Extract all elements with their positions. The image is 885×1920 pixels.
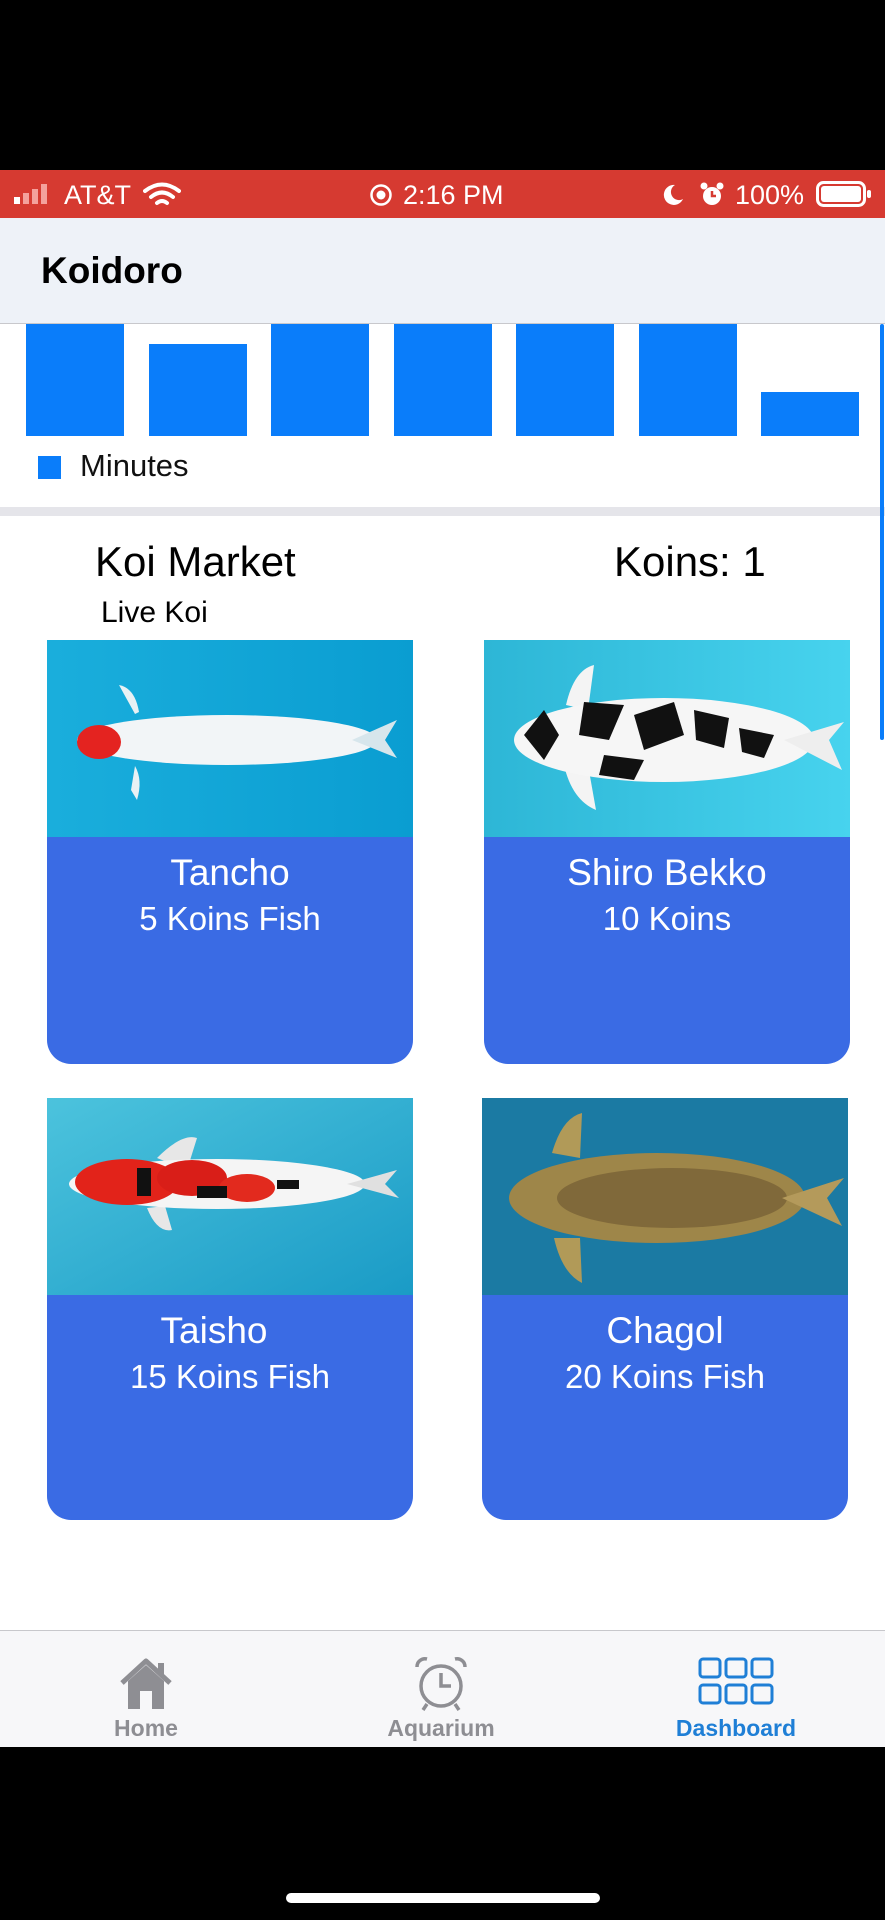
chart-bar	[271, 324, 369, 436]
scroll-indicator[interactable]	[880, 324, 884, 740]
koi-price: 10 Koins	[602, 900, 732, 937]
legend-swatch	[38, 456, 61, 479]
koi-card-tancho[interactable]: Tancho 5 Koins Fish	[47, 640, 413, 1064]
section-divider	[0, 507, 885, 516]
chart-bar	[26, 324, 124, 436]
tab-label-dashboard: Dashboard	[675, 1715, 797, 1741]
koi-card-taisho[interactable]: Taisho 15 Koins Fish	[47, 1098, 413, 1520]
home-indicator[interactable]	[286, 1893, 600, 1903]
dashboard-content[interactable]: Minutes Koi Market Koins: 1 Live Koi Tan…	[0, 324, 885, 1630]
section-subtitle: Live Koi	[101, 596, 208, 629]
koi-price: 15 Koins Fish	[130, 1358, 330, 1395]
alarm-clock-icon	[415, 1657, 467, 1711]
tab-label-aquarium: Aquarium	[387, 1715, 495, 1741]
koi-price: 20 Koins Fish	[565, 1358, 765, 1395]
koi-name: Shiro Bekko	[567, 852, 767, 893]
tancho-koi-image	[47, 640, 413, 837]
house-icon	[120, 1658, 172, 1709]
moon-icon	[663, 184, 683, 205]
chart-bar	[639, 324, 737, 436]
chart-bar	[149, 344, 247, 436]
location-icon	[370, 184, 392, 206]
koi-card-chagol[interactable]: Chagol 20 Koins Fish	[482, 1098, 848, 1520]
tab-bar: Home Aquarium Dashboard	[0, 1630, 885, 1747]
koi-name: Tancho	[170, 852, 290, 893]
koi-name: Chagol	[606, 1310, 724, 1351]
shiro-bekko-koi-image	[484, 640, 850, 837]
battery-icon	[816, 181, 871, 207]
battery-percent: 100%	[735, 180, 805, 210]
page-title: Koidoro	[41, 250, 183, 291]
koi-name: Taisho	[160, 1310, 268, 1351]
taisho-koi-image	[47, 1098, 413, 1295]
koi-price: 5 Koins Fish	[139, 900, 321, 937]
chart-bar	[516, 324, 614, 436]
chagol-koi-image	[482, 1098, 848, 1295]
navigation-bar: Koidoro	[0, 218, 885, 324]
carrier-label: AT&T	[64, 180, 131, 210]
chart-bar	[394, 324, 492, 436]
status-bar: AT&T 2:16 PM 100%	[0, 170, 885, 218]
koins-balance: Koins: 1	[614, 538, 766, 585]
signal-icon	[14, 184, 47, 204]
grid-icon	[698, 1657, 774, 1705]
wifi-icon	[143, 182, 181, 205]
alarm-icon	[700, 182, 724, 205]
market-title: Koi Market	[95, 538, 296, 585]
tab-label-home: Home	[114, 1715, 178, 1741]
clock-time: 2:16 PM	[403, 180, 504, 210]
tab-aquarium[interactable]: Aquarium	[341, 1631, 541, 1747]
koi-card-shiro-bekko[interactable]: Shiro Bekko 10 Koins	[484, 640, 850, 1064]
chart-bar	[761, 392, 859, 436]
tab-home[interactable]: Home	[46, 1631, 246, 1747]
legend-label: Minutes	[80, 448, 189, 483]
minutes-bar-chart	[0, 324, 885, 436]
tab-dashboard[interactable]: Dashboard	[636, 1631, 836, 1747]
